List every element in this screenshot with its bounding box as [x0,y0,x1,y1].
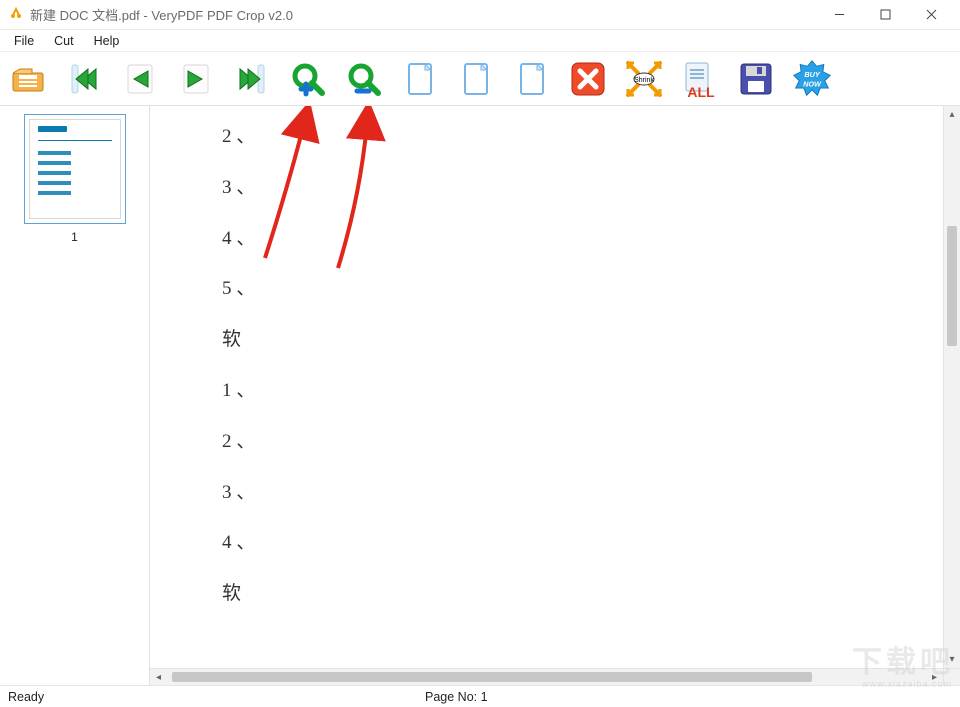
status-ready: Ready [8,690,44,704]
first-page-button[interactable] [62,57,106,101]
menu-bar: File Cut Help [0,30,960,52]
svg-text:BUY: BUY [804,70,820,79]
thumbnail-panel: 1 [0,106,150,685]
svg-text:ALL: ALL [687,84,715,99]
thumbnail-1[interactable] [24,114,126,224]
document-text: 2 、3 、4 、5 、软1 、2 、3 、4 、软 [222,126,255,606]
vertical-scroll-thumb[interactable] [947,226,957,346]
page-canvas[interactable]: 2 、3 、4 、5 、软1 、2 、3 、4 、软 [150,106,943,668]
svg-text:Shrink: Shrink [634,77,654,84]
document-line: 3 、 [222,482,255,505]
buy-now-button[interactable]: BUY NOW [790,57,834,101]
next-page-button[interactable] [174,57,218,101]
main-area: 1 2 、3 、4 、5 、软1 、2 、3 、4 、软 [0,106,960,685]
scroll-up-arrow-icon[interactable]: ▴ [944,106,960,123]
zoom-in-button[interactable] [286,57,330,101]
all-button[interactable]: ALL [678,57,722,101]
svg-text:NOW: NOW [803,79,822,88]
menu-help[interactable]: Help [86,32,128,50]
document-viewer: 2 、3 、4 、5 、软1 、2 、3 、4 、软 [150,106,960,685]
blank-page-button-3[interactable] [510,57,554,101]
scroll-left-arrow-icon[interactable]: ◂ [150,669,167,685]
horizontal-scrollbar[interactable]: ◂ ▸ [150,668,943,685]
minimize-button[interactable] [816,0,862,30]
status-bar: Ready Page No: 1 [0,685,960,707]
window-title: 新建 DOC 文档.pdf - VeryPDF PDF Crop v2.0 [30,5,293,24]
toolbar: Shrink ALL BUY NOW [0,52,960,106]
save-button[interactable] [734,57,778,101]
document-line: 5 、 [222,278,255,301]
app-icon [8,5,24,24]
document-line: 4 、 [222,228,255,251]
thumbnail-preview [29,119,121,219]
vertical-scrollbar[interactable]: ▴ ▾ [943,106,960,668]
document-line: 软 [222,329,255,352]
document-line: 1 、 [222,380,255,403]
shrink-button[interactable]: Shrink [622,57,666,101]
watermark-text: 下载吧 [852,637,954,681]
maximize-button[interactable] [862,0,908,30]
annotation-arrow-zoom-out [320,106,400,280]
delete-button[interactable] [566,57,610,101]
thumbnail-label: 1 [71,230,78,244]
document-line: 3 、 [222,177,255,200]
horizontal-scroll-thumb[interactable] [172,672,812,682]
menu-file[interactable]: File [6,32,42,50]
document-line: 2 、 [222,126,255,149]
document-line: 软 [222,583,255,606]
zoom-out-button[interactable] [342,57,386,101]
blank-page-button-2[interactable] [454,57,498,101]
last-page-button[interactable] [230,57,274,101]
watermark-subtext: www.xiazaiba.com [862,679,952,689]
prev-page-button[interactable] [118,57,162,101]
document-line: 4 、 [222,532,255,555]
menu-cut[interactable]: Cut [46,32,81,50]
close-button[interactable] [908,0,954,30]
title-bar: 新建 DOC 文档.pdf - VeryPDF PDF Crop v2.0 [0,0,960,30]
document-line: 2 、 [222,431,255,454]
blank-page-button-1[interactable] [398,57,442,101]
open-button[interactable] [6,57,50,101]
status-page-number: Page No: 1 [425,690,488,704]
